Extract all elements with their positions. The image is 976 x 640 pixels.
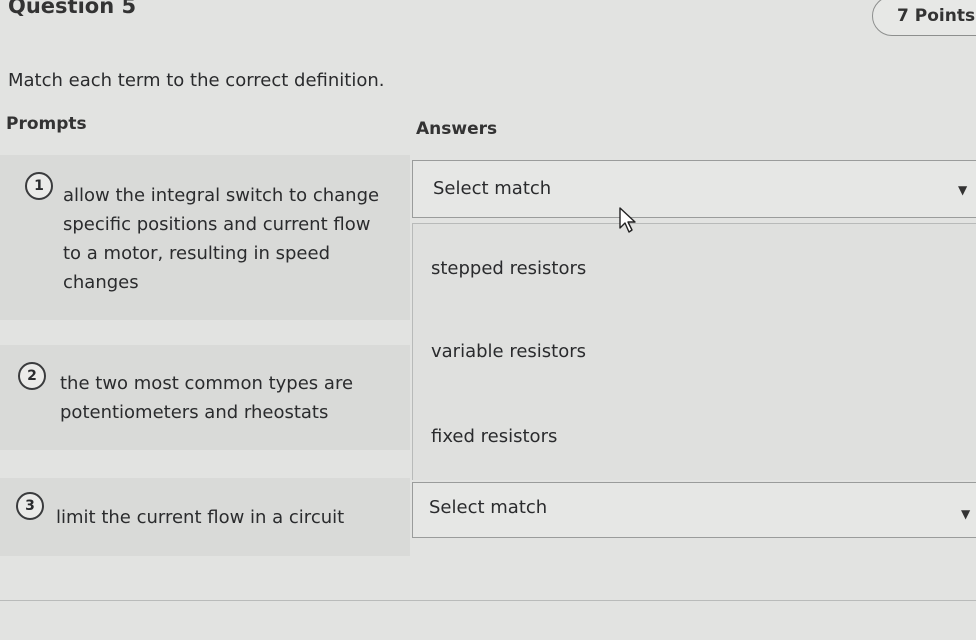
prompt-number-badge: 2 — [18, 362, 46, 390]
mouse-pointer-icon — [619, 207, 636, 233]
select-value: Select match — [429, 497, 548, 518]
answers-column-header: Answers — [416, 119, 498, 139]
prompts-column-header: Prompts — [6, 114, 87, 134]
answer-options-list: stepped resistors variable resistors fix… — [412, 223, 976, 480]
prompt-text-line: limit the current flow in a circuit — [56, 507, 345, 528]
caret-down-icon: ▼ — [961, 507, 971, 521]
prompt-number-badge: 3 — [16, 492, 44, 520]
prompt-text-line: specific positions and current flow — [63, 214, 371, 235]
prompt-2-text: the two most common types are potentiome… — [60, 369, 353, 427]
option-stepped-resistors[interactable]: stepped resistors — [431, 258, 586, 279]
option-variable-resistors[interactable]: variable resistors — [431, 341, 586, 362]
answer-select-1[interactable]: Select match ▼ — [412, 160, 976, 218]
prompt-number-badge: 1 — [25, 172, 53, 200]
prompt-1-text: allow the integral switch to change spec… — [63, 181, 379, 297]
question-title: Question 5 — [8, 0, 137, 18]
prompt-text-line: potentiometers and rheostats — [60, 402, 329, 423]
answer-select-3[interactable]: Select match ▼ — [412, 482, 976, 538]
question-instruction: Match each term to the correct definitio… — [8, 70, 385, 91]
prompt-text-line: to a motor, resulting in speed — [63, 243, 330, 264]
caret-down-icon: ▼ — [958, 183, 968, 197]
select-value: Select match — [433, 178, 552, 199]
option-fixed-resistors[interactable]: fixed resistors — [431, 426, 557, 447]
prompt-text-line: allow the integral switch to change — [63, 185, 380, 206]
points-badge: 7 Points — [872, 0, 976, 36]
prompt-text-line: the two most common types are — [60, 373, 354, 394]
divider — [0, 600, 976, 601]
prompt-3-text: limit the current flow in a circuit — [56, 503, 344, 532]
prompt-text-line: changes — [63, 272, 139, 293]
